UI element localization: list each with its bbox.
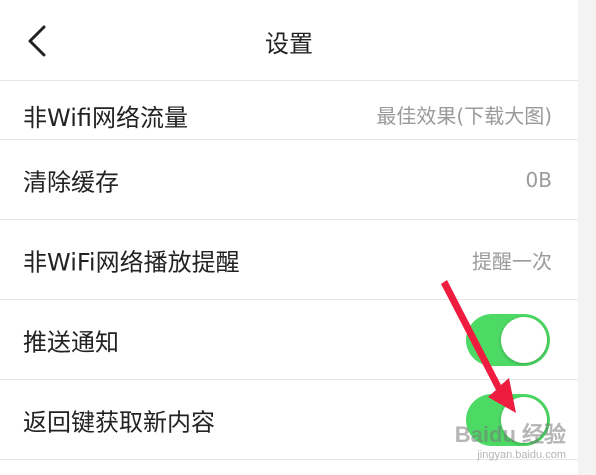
setting-row-non-wifi-play-reminder[interactable]: 非WiFi网络播放提醒 提醒一次 bbox=[0, 220, 578, 300]
setting-row-non-wifi-traffic[interactable]: 非Wifi网络流量 最佳效果(下载大图) bbox=[0, 80, 578, 140]
toggle-knob bbox=[501, 316, 547, 363]
setting-value: 0B bbox=[525, 167, 552, 192]
setting-label: 推送通知 bbox=[23, 328, 119, 356]
page-title: 设置 bbox=[265, 30, 313, 58]
settings-screen: 设置 非Wifi网络流量 最佳效果(下载大图) 清除缓存 0B 非WiFi网络播… bbox=[0, 0, 596, 475]
setting-value: 最佳效果(下载大图) bbox=[376, 104, 552, 128]
setting-label: 非WiFi网络播放提醒 bbox=[23, 248, 240, 276]
scroll-edge bbox=[578, 0, 596, 475]
setting-label: 非Wifi网络流量 bbox=[23, 104, 188, 132]
push-notification-toggle[interactable] bbox=[466, 313, 550, 366]
settings-list: 非Wifi网络流量 最佳效果(下载大图) 清除缓存 0B 非WiFi网络播放提醒… bbox=[0, 80, 578, 460]
watermark-main: Baidu 经验 bbox=[454, 422, 566, 447]
nav-bar: 设置 bbox=[0, 0, 578, 81]
setting-label: 返回键获取新内容 bbox=[23, 408, 215, 436]
watermark-sub: jingyan.baidu.com bbox=[477, 449, 566, 461]
setting-value: 提醒一次 bbox=[472, 249, 552, 273]
setting-row-push-notification: 推送通知 bbox=[0, 300, 578, 380]
watermark: Baidu 经验 jingyan.baidu.com bbox=[455, 417, 566, 461]
setting-label: 清除缓存 bbox=[23, 168, 119, 196]
setting-row-clear-cache[interactable]: 清除缓存 0B bbox=[0, 140, 578, 220]
